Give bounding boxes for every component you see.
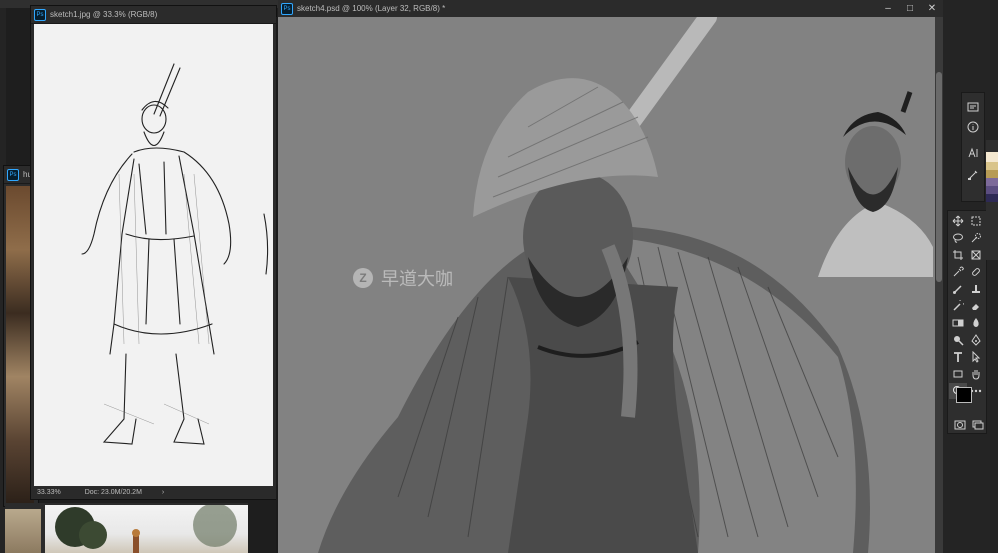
watermark: Z 早道大咖	[353, 265, 453, 291]
clone-stamp-icon[interactable]	[967, 281, 985, 297]
dodge-tool-icon[interactable]	[949, 332, 967, 348]
marquee-tool-icon[interactable]	[967, 213, 985, 229]
reference-photo-window[interactable]	[5, 503, 248, 553]
eyedropper-icon[interactable]	[949, 264, 967, 280]
zoom-level[interactable]: 33.33%	[37, 489, 61, 496]
screen-mode-icon[interactable]	[969, 417, 987, 433]
sketch4-canvas[interactable]: Z 早道大咖	[278, 17, 935, 553]
warrior-sketch-drawing	[81, 63, 269, 445]
watermark-brand: 早道大咖	[381, 269, 453, 290]
brush-tool-icon[interactable]	[949, 281, 967, 297]
photoshop-icon: Ps	[281, 2, 293, 15]
reference-portrait-sketch	[813, 91, 933, 277]
path-selection-icon[interactable]	[967, 349, 985, 365]
sketch1-canvas[interactable]	[34, 24, 273, 486]
doc-size: Doc: 23.0M/20.2M	[84, 489, 142, 496]
frame-tool-icon[interactable]	[967, 247, 985, 263]
lasso-tool-icon[interactable]	[949, 230, 967, 246]
close-button[interactable]: ✕	[921, 0, 943, 17]
info-icon[interactable]	[964, 119, 982, 135]
eraser-tool-icon[interactable]	[967, 298, 985, 314]
history-icon[interactable]	[964, 99, 982, 115]
reference-photo-left	[5, 509, 41, 553]
healing-brush-icon[interactable]	[967, 264, 985, 280]
crop-tool-icon[interactable]	[949, 247, 967, 263]
trees-photo-drawing	[55, 505, 237, 553]
sketch4-document-tab[interactable]: Ps sketch4.psd @ 100% (Layer 32, RGB/8) *…	[278, 0, 943, 18]
sketch1-status-bar: 33.33% Doc: 23.0M/20.2M ›	[31, 487, 276, 498]
character-icon[interactable]	[964, 145, 982, 161]
watermark-logo-icon: Z	[353, 268, 373, 288]
rectangle-tool-icon[interactable]	[949, 366, 967, 382]
move-tool-icon[interactable]	[949, 213, 967, 229]
hand-tool-icon[interactable]	[967, 366, 985, 382]
maximize-button[interactable]: □	[899, 0, 921, 17]
status-arrow-icon[interactable]: ›	[162, 489, 164, 496]
sketch4-document-window[interactable]: Ps sketch4.psd @ 100% (Layer 32, RGB/8) *…	[278, 0, 943, 553]
quick-selection-icon[interactable]	[967, 230, 985, 246]
quick-mask-icon[interactable]	[951, 417, 969, 433]
gradient-tool-icon[interactable]	[949, 315, 967, 331]
color-swatches[interactable]	[956, 387, 982, 413]
photoshop-icon: Ps	[34, 8, 46, 21]
sketch1-document-tab[interactable]: Ps sketch1.jpg @ 33.3% (RGB/8)	[31, 6, 276, 24]
photoshop-icon: Ps	[7, 168, 19, 181]
sketch4-scrollbar[interactable]	[935, 17, 943, 553]
type-tool-icon[interactable]	[949, 349, 967, 365]
brush-settings-icon[interactable]	[964, 167, 982, 183]
sketch1-document-window[interactable]: Ps sketch1.jpg @ 33.3% (RGB/8) 33.33% Do…	[30, 5, 277, 500]
minimize-button[interactable]: –	[877, 0, 899, 17]
pen-tool-icon[interactable]	[967, 332, 985, 348]
reference-photo-main	[45, 505, 248, 553]
history-brush-icon[interactable]	[949, 298, 967, 314]
blur-tool-icon[interactable]	[967, 315, 985, 331]
foreground-color[interactable]	[956, 387, 972, 403]
swatches-panel-edge[interactable]	[986, 140, 998, 260]
tools-panel	[947, 210, 987, 434]
scrollbar-thumb[interactable]	[936, 72, 942, 282]
mini-panel-column	[961, 92, 985, 202]
